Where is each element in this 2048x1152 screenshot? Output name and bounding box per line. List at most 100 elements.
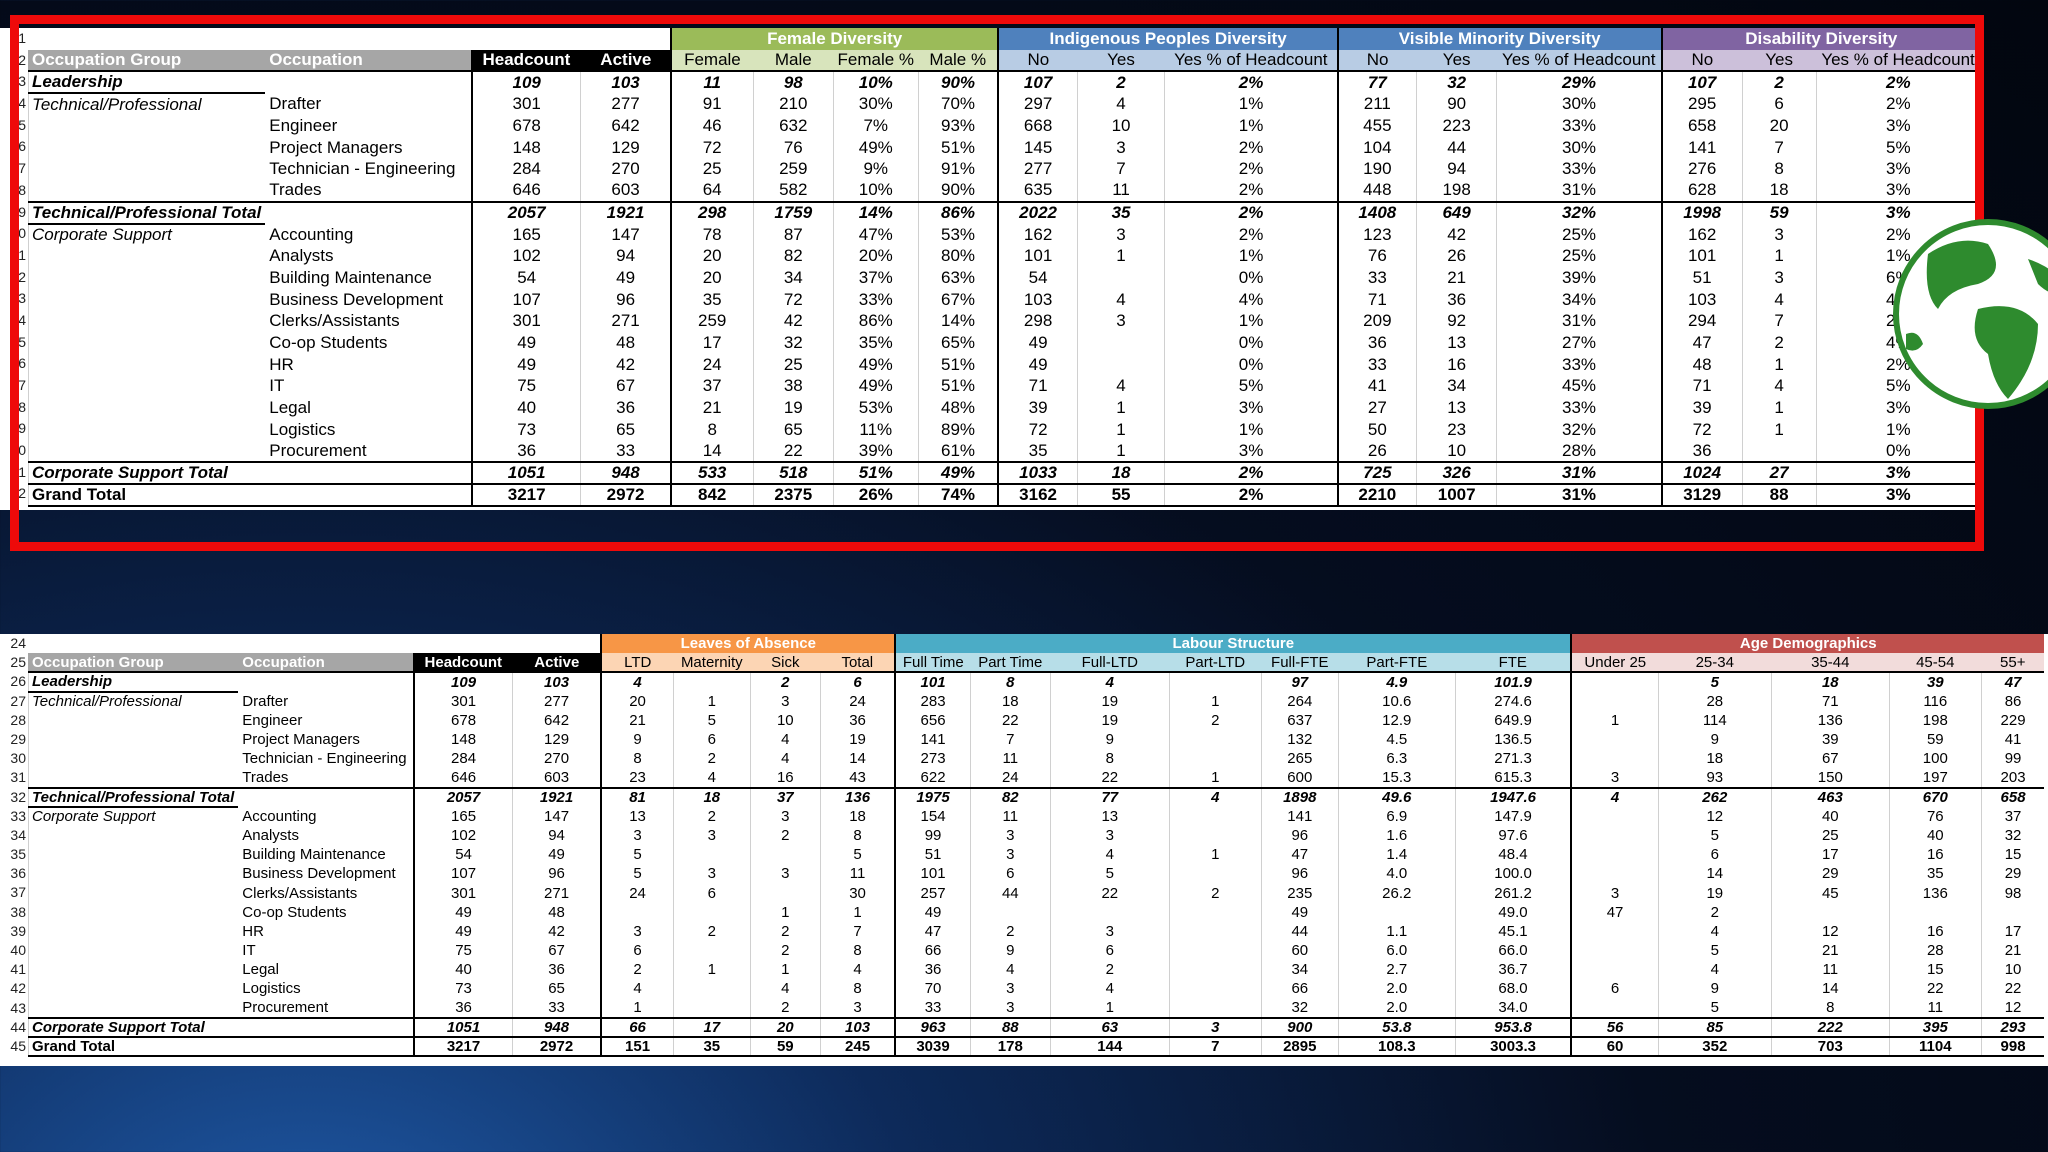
value-cell: 678 bbox=[413, 710, 513, 730]
table-row: Technical/Professional Drafter 301 277 20 1 3 2… bbox=[28, 690, 2045, 711]
value-cell: 1 bbox=[819, 902, 896, 922]
value-cell: 98 bbox=[752, 70, 834, 94]
value-cell: 2 bbox=[749, 671, 821, 692]
row-number: 9 bbox=[18, 203, 26, 220]
value-cell: 42 bbox=[511, 921, 602, 941]
value-cell: 6.9 bbox=[1337, 806, 1456, 826]
value-cell: 1 bbox=[749, 960, 821, 980]
table-row: Legal 40 36 2 1 1 4 36 4 2 34 2.7 36.7 4 11 15 10 bbox=[28, 960, 2045, 980]
column-header: Part Time bbox=[970, 653, 1051, 673]
table-row: HR 49 42 24 25 49% 51% 49 0% 33 16 33% 48 1 2% bbox=[28, 353, 1980, 376]
value-cell: 3 bbox=[819, 998, 896, 1018]
value-cell: 2% bbox=[1164, 180, 1338, 202]
occupation-group-cell bbox=[28, 749, 238, 768]
value-cell: 34.0 bbox=[1454, 998, 1572, 1018]
value-cell: 98 bbox=[1980, 883, 2045, 903]
value-cell: 7 bbox=[969, 729, 1051, 750]
value-cell: 66.0 bbox=[1454, 941, 1572, 961]
value-cell: 6 bbox=[672, 883, 751, 903]
value-cell: 3 bbox=[1168, 1016, 1262, 1037]
value-cell: 7 bbox=[1741, 310, 1817, 333]
value-cell: 42 bbox=[580, 353, 671, 376]
row-number: 30 bbox=[10, 750, 26, 767]
value-cell bbox=[1168, 941, 1262, 961]
value-cell: 31% bbox=[1496, 461, 1662, 485]
value-cell bbox=[1570, 691, 1659, 711]
value-cell: 6 bbox=[819, 671, 896, 692]
value-cell: 301 bbox=[471, 310, 581, 333]
value-cell: 71 bbox=[997, 375, 1078, 398]
value-cell: 11 bbox=[1770, 960, 1890, 980]
value-cell: 67% bbox=[917, 288, 999, 311]
value-cell: 3 bbox=[1049, 921, 1170, 941]
occupation-cell bbox=[265, 200, 473, 224]
value-cell: 3 bbox=[969, 825, 1051, 846]
value-cell: 147 bbox=[580, 223, 671, 246]
value-cell: 31% bbox=[1496, 180, 1662, 202]
value-cell: 49% bbox=[917, 461, 999, 485]
value-cell: 1% bbox=[1164, 419, 1338, 441]
column-header: Maternity bbox=[673, 653, 751, 673]
value-cell: 9% bbox=[833, 158, 919, 181]
value-cell: 4 bbox=[600, 671, 674, 692]
row-number: 7 bbox=[18, 377, 26, 393]
value-cell: 53.8 bbox=[1337, 1016, 1456, 1037]
value-cell: 76 bbox=[1336, 245, 1417, 268]
value-cell: 49 bbox=[471, 353, 581, 376]
occupation-group-cell: Leadership bbox=[28, 70, 266, 94]
occupation-group-cell bbox=[28, 826, 238, 845]
value-cell: 642 bbox=[580, 115, 671, 137]
value-cell: 3% bbox=[1815, 180, 1980, 202]
value-cell: 265 bbox=[1260, 749, 1339, 769]
occupation-cell: IT bbox=[269, 376, 285, 396]
value-cell: 107 bbox=[997, 70, 1078, 94]
column-header: 25-34 bbox=[1658, 653, 1772, 673]
occupation-group-cell bbox=[28, 311, 265, 333]
value-cell: 34 bbox=[1415, 375, 1497, 398]
value-cell: 8 bbox=[969, 671, 1051, 692]
value-cell: 4 bbox=[1049, 979, 1170, 999]
total-row: Corporate Support Total 1051 948 533 518 51% 4… bbox=[28, 461, 1980, 485]
value-cell: 37 bbox=[669, 375, 754, 398]
value-cell: 48 bbox=[1660, 353, 1743, 376]
value-cell: 34 bbox=[1260, 960, 1339, 980]
value-cell: 18 bbox=[969, 691, 1051, 711]
value-cell: 2 bbox=[1741, 70, 1817, 94]
value-cell: 646 bbox=[471, 180, 581, 202]
value-cell: 20 bbox=[669, 267, 754, 289]
value-cell bbox=[672, 941, 751, 961]
value-cell: 77 bbox=[1049, 786, 1170, 807]
value-cell: 352 bbox=[1657, 1035, 1772, 1058]
occupation-group-cell: Technical/Professional bbox=[28, 92, 266, 116]
value-cell: 1 bbox=[1076, 245, 1165, 268]
value-cell: 12 bbox=[1770, 921, 1890, 941]
value-cell: 47 bbox=[1570, 902, 1659, 922]
row-number: 5 bbox=[18, 333, 26, 350]
value-cell: 3% bbox=[1815, 483, 1980, 508]
value-cell: 1024 bbox=[1660, 461, 1743, 485]
value-cell: 3 bbox=[749, 806, 821, 826]
value-cell: 82 bbox=[969, 786, 1051, 807]
occupation-cell bbox=[238, 1016, 415, 1037]
value-cell: 1 bbox=[1049, 998, 1170, 1018]
value-cell: 18 bbox=[672, 786, 751, 807]
value-cell: 40 bbox=[1770, 806, 1890, 826]
value-cell: 284 bbox=[413, 749, 513, 769]
value-cell bbox=[1570, 671, 1659, 692]
value-cell: 261.2 bbox=[1454, 883, 1572, 903]
row-number: 5 bbox=[18, 116, 26, 133]
occupation-group-cell bbox=[28, 864, 238, 883]
value-cell: 92 bbox=[1415, 310, 1497, 333]
row-number: 0 bbox=[18, 225, 26, 242]
value-cell: 8 bbox=[819, 825, 896, 846]
value-cell: 4 bbox=[1049, 671, 1170, 692]
value-cell: 2 bbox=[749, 921, 821, 941]
value-cell: 3003.3 bbox=[1454, 1035, 1572, 1058]
value-cell: 72 bbox=[1660, 419, 1743, 441]
value-cell bbox=[1168, 749, 1262, 769]
row-number: 6 bbox=[18, 355, 26, 372]
occupation-group-cell bbox=[28, 180, 265, 202]
value-cell: 34 bbox=[752, 267, 834, 289]
value-cell: 203 bbox=[1980, 768, 2045, 788]
value-cell: 49% bbox=[833, 136, 919, 159]
